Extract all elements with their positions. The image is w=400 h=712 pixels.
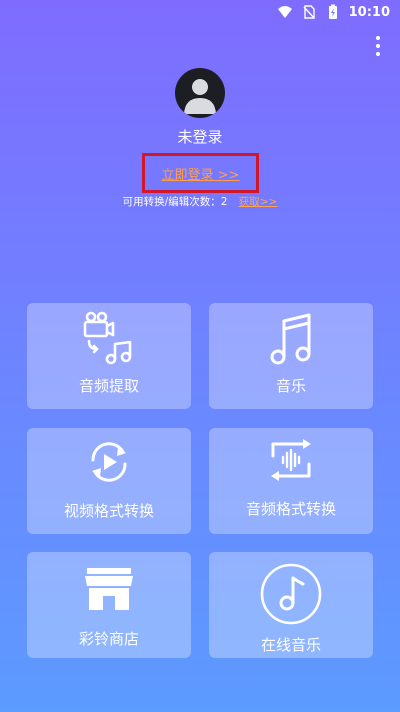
username-label: 未登录 — [177, 128, 223, 146]
get-more-link[interactable]: 获取>> — [239, 196, 278, 208]
music-disc-icon — [260, 563, 322, 625]
battery-charging-icon — [328, 4, 337, 19]
status-time: 10:10 — [348, 4, 390, 20]
card-label: 音频提取 — [78, 377, 139, 395]
card-label: 在线音乐 — [260, 636, 321, 654]
card-music[interactable]: 音乐 — [209, 303, 373, 409]
usage-count: 可用转换/编辑次数：2 获取>> — [0, 194, 400, 209]
card-online-music[interactable]: 在线音乐 — [209, 552, 373, 658]
video-rotate-icon — [91, 442, 127, 482]
dot-icon — [376, 52, 380, 56]
card-label: 彩铃商店 — [78, 630, 139, 648]
card-label: 音乐 — [275, 377, 306, 395]
card-audio-format-convert[interactable]: 音频格式转换 — [209, 428, 373, 534]
avatar[interactable] — [175, 68, 225, 118]
card-audio-extract[interactable]: 音频提取 — [27, 303, 191, 409]
no-sim-icon — [303, 5, 315, 19]
status-bar: 10:10 — [0, 0, 400, 24]
more-options-button[interactable] — [370, 36, 386, 56]
card-label: 视频格式转换 — [63, 502, 154, 520]
video-to-music-icon — [83, 311, 132, 365]
wifi-icon — [277, 6, 292, 18]
usage-count-text: 可用转换/编辑次数：2 — [122, 196, 228, 208]
card-video-format-convert[interactable]: 视频格式转换 — [27, 428, 191, 534]
user-icon — [184, 79, 216, 114]
audio-convert-icon — [271, 439, 311, 481]
music-note-icon — [270, 313, 311, 365]
card-ringtone-store[interactable]: 彩铃商店 — [27, 552, 191, 658]
dot-icon — [376, 36, 380, 40]
dot-icon — [376, 44, 380, 48]
login-highlight-box: 立即登录 >> — [142, 153, 259, 193]
card-label: 音频格式转换 — [245, 500, 336, 518]
store-icon — [85, 568, 133, 610]
login-link[interactable]: 立即登录 >> — [162, 164, 240, 183]
